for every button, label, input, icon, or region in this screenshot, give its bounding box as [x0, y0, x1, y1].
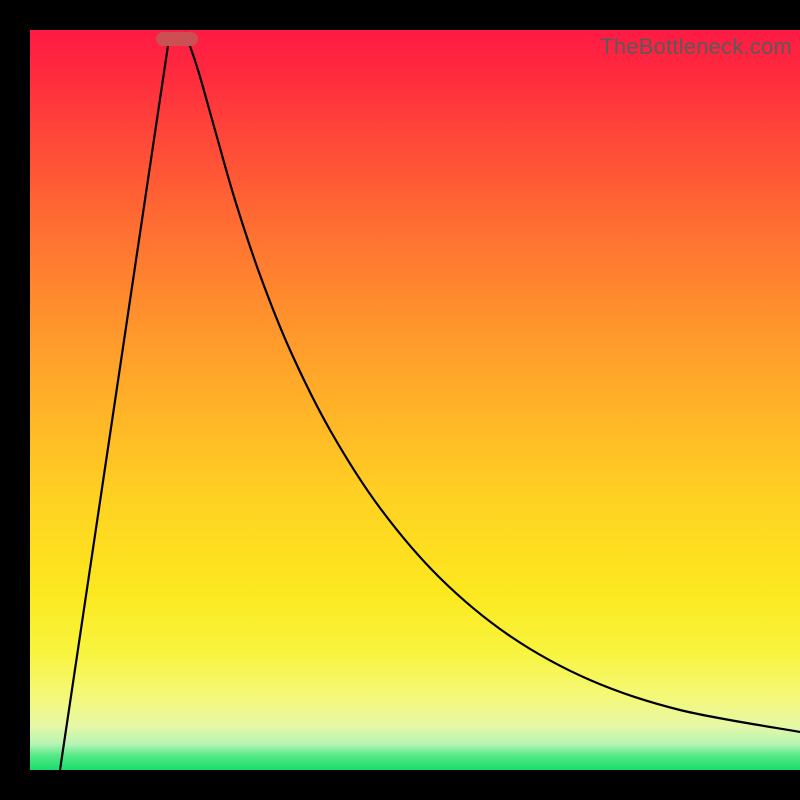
left-line-path — [60, 32, 170, 770]
curve-layer — [30, 30, 800, 770]
chart-frame: TheBottleneck.com — [0, 0, 800, 800]
minimum-marker — [156, 32, 198, 46]
plot-area: TheBottleneck.com — [30, 30, 800, 770]
right-curve-path — [185, 32, 800, 732]
